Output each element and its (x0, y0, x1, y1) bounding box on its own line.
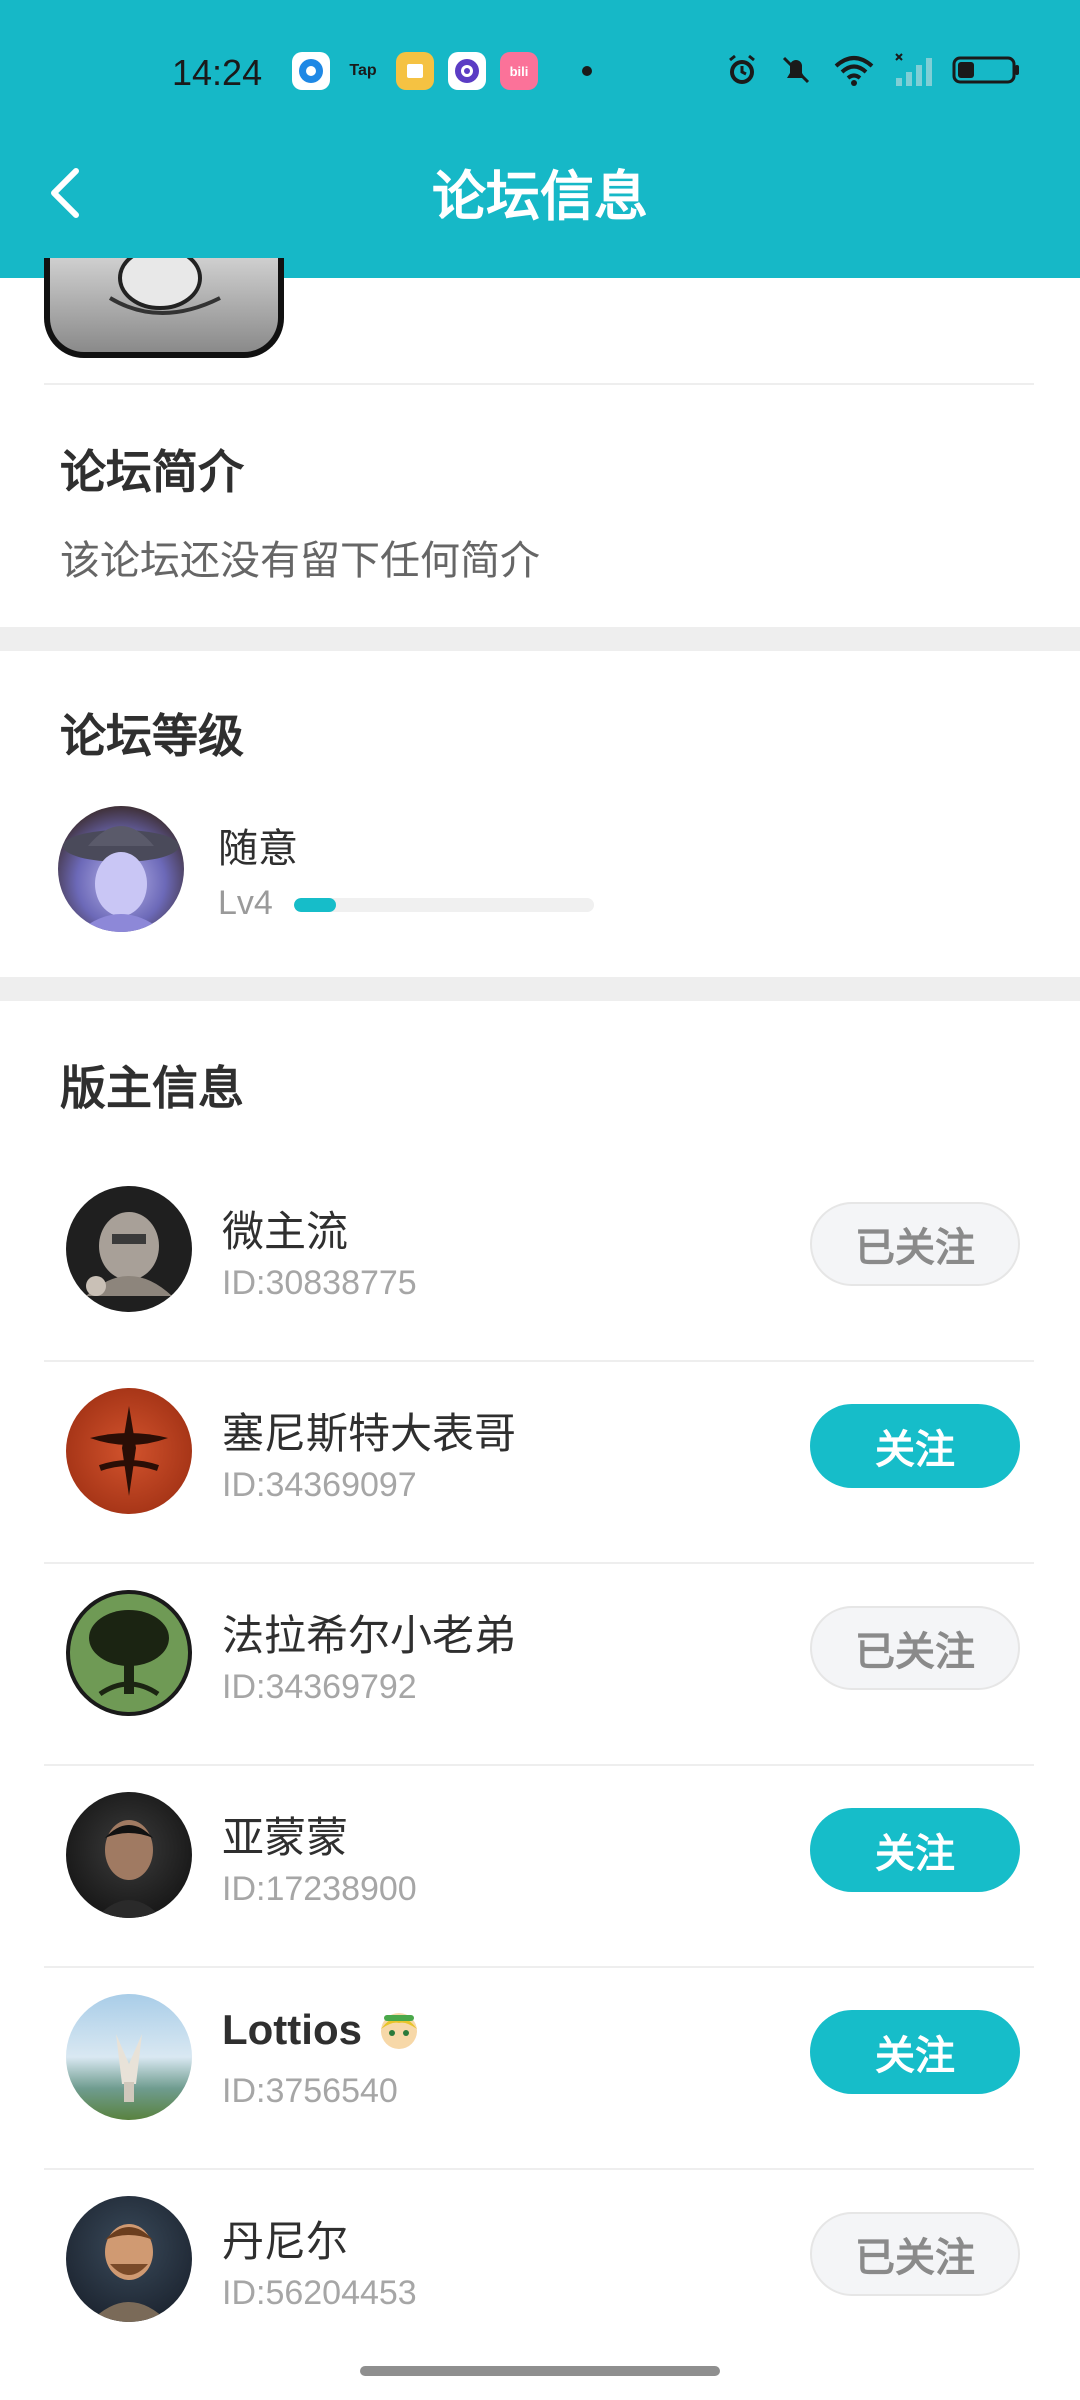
level-tag: Lv4 (218, 884, 273, 922)
forum-avatar-area (0, 258, 1080, 384)
followed-button[interactable]: 已关注 (810, 1202, 1020, 1286)
knight-armor-avatar (66, 1186, 192, 1312)
moderator-row[interactable]: 法拉希尔小老弟 ID:34369792 已关注 (0, 1564, 1080, 1766)
book-app-icon (396, 52, 434, 90)
green-tree-avatar (66, 1590, 192, 1716)
forum-avatar (44, 258, 284, 358)
red-emblem-avatar (66, 1388, 192, 1514)
moderator-name: Lottios (222, 2006, 422, 2054)
moderator-id: ID:56204453 (222, 2274, 417, 2312)
signal-icon (895, 53, 932, 86)
moderator-row[interactable]: 塞尼斯特大表哥 ID:34369097 关注 (0, 1362, 1080, 1564)
status-bar: 14:24 Tap bili (0, 38, 1080, 106)
moderators-title: 版主信息 (60, 1061, 244, 1115)
status-app-icons: Tap bili (292, 52, 592, 90)
circle-app-icon (292, 52, 330, 90)
moderator-name: 亚蒙蒙 (222, 1813, 349, 1862)
moderator-id: ID:17238900 (222, 1870, 417, 1908)
divider (44, 383, 1034, 385)
anime-girl-emoji-icon (380, 2013, 417, 2049)
follow-button[interactable]: 关注 (810, 2010, 1020, 2094)
level-avatar (58, 806, 184, 932)
moderator-id: ID:34369792 (222, 1668, 417, 1706)
section-separator (0, 627, 1080, 651)
moderator-row[interactable]: Lottios ID:3756540 关注 (0, 1968, 1080, 2170)
moderator-row[interactable]: 微主流 ID:30838775 已关注 (0, 1160, 1080, 1362)
alarm-icon (729, 54, 755, 84)
mute-bell-icon (782, 56, 810, 84)
followed-button[interactable]: 已关注 (810, 1606, 1020, 1690)
moderator-id: ID:34369097 (222, 1466, 417, 1504)
battery-icon (952, 56, 1019, 84)
status-indicators (724, 52, 1022, 88)
moderator-name: 微主流 (222, 1207, 349, 1256)
app-header: 14:24 Tap bili 论坛信息 (0, 0, 1080, 278)
follow-button[interactable]: 关注 (810, 1808, 1020, 1892)
moderator-id: ID:30838775 (222, 1264, 417, 1302)
section-separator (0, 977, 1080, 1001)
landscape-avatar (66, 1994, 192, 2120)
status-time: 14:24 (172, 52, 263, 93)
taptap-icon: Tap (349, 62, 377, 79)
page-title: 论坛信息 (432, 165, 648, 228)
intro-title: 论坛简介 (60, 445, 244, 499)
level-title: 论坛等级 (60, 709, 244, 763)
level-name: 随意 (218, 826, 298, 872)
level-progress-fill (294, 898, 336, 912)
followed-button[interactable]: 已关注 (810, 2212, 1020, 2296)
level-progress-bar (294, 898, 594, 912)
moderator-row[interactable]: 亚蒙蒙 ID:17238900 关注 (0, 1766, 1080, 1968)
moderator-name: 塞尼斯特大表哥 (222, 1409, 517, 1458)
intro-text: 该论坛还没有留下任何简介 (60, 538, 540, 584)
notification-dot-icon (582, 66, 592, 76)
moderator-name: 法拉希尔小老弟 (222, 1611, 517, 1660)
moderator-name: 丹尼尔 (222, 2217, 349, 2266)
moderator-id: ID:3756540 (222, 2072, 398, 2110)
moderator-row[interactable]: 丹尼尔 ID:56204453 已关注 (0, 2170, 1080, 2372)
bearded-man-avatar (66, 2196, 192, 2322)
dark-portrait-avatar (66, 1792, 192, 1918)
wifi-icon (834, 56, 874, 86)
home-indicator[interactable] (360, 2366, 720, 2376)
follow-button[interactable]: 关注 (810, 1404, 1020, 1488)
bilibili-icon: bili (500, 52, 538, 90)
orbit-app-icon (448, 52, 486, 90)
